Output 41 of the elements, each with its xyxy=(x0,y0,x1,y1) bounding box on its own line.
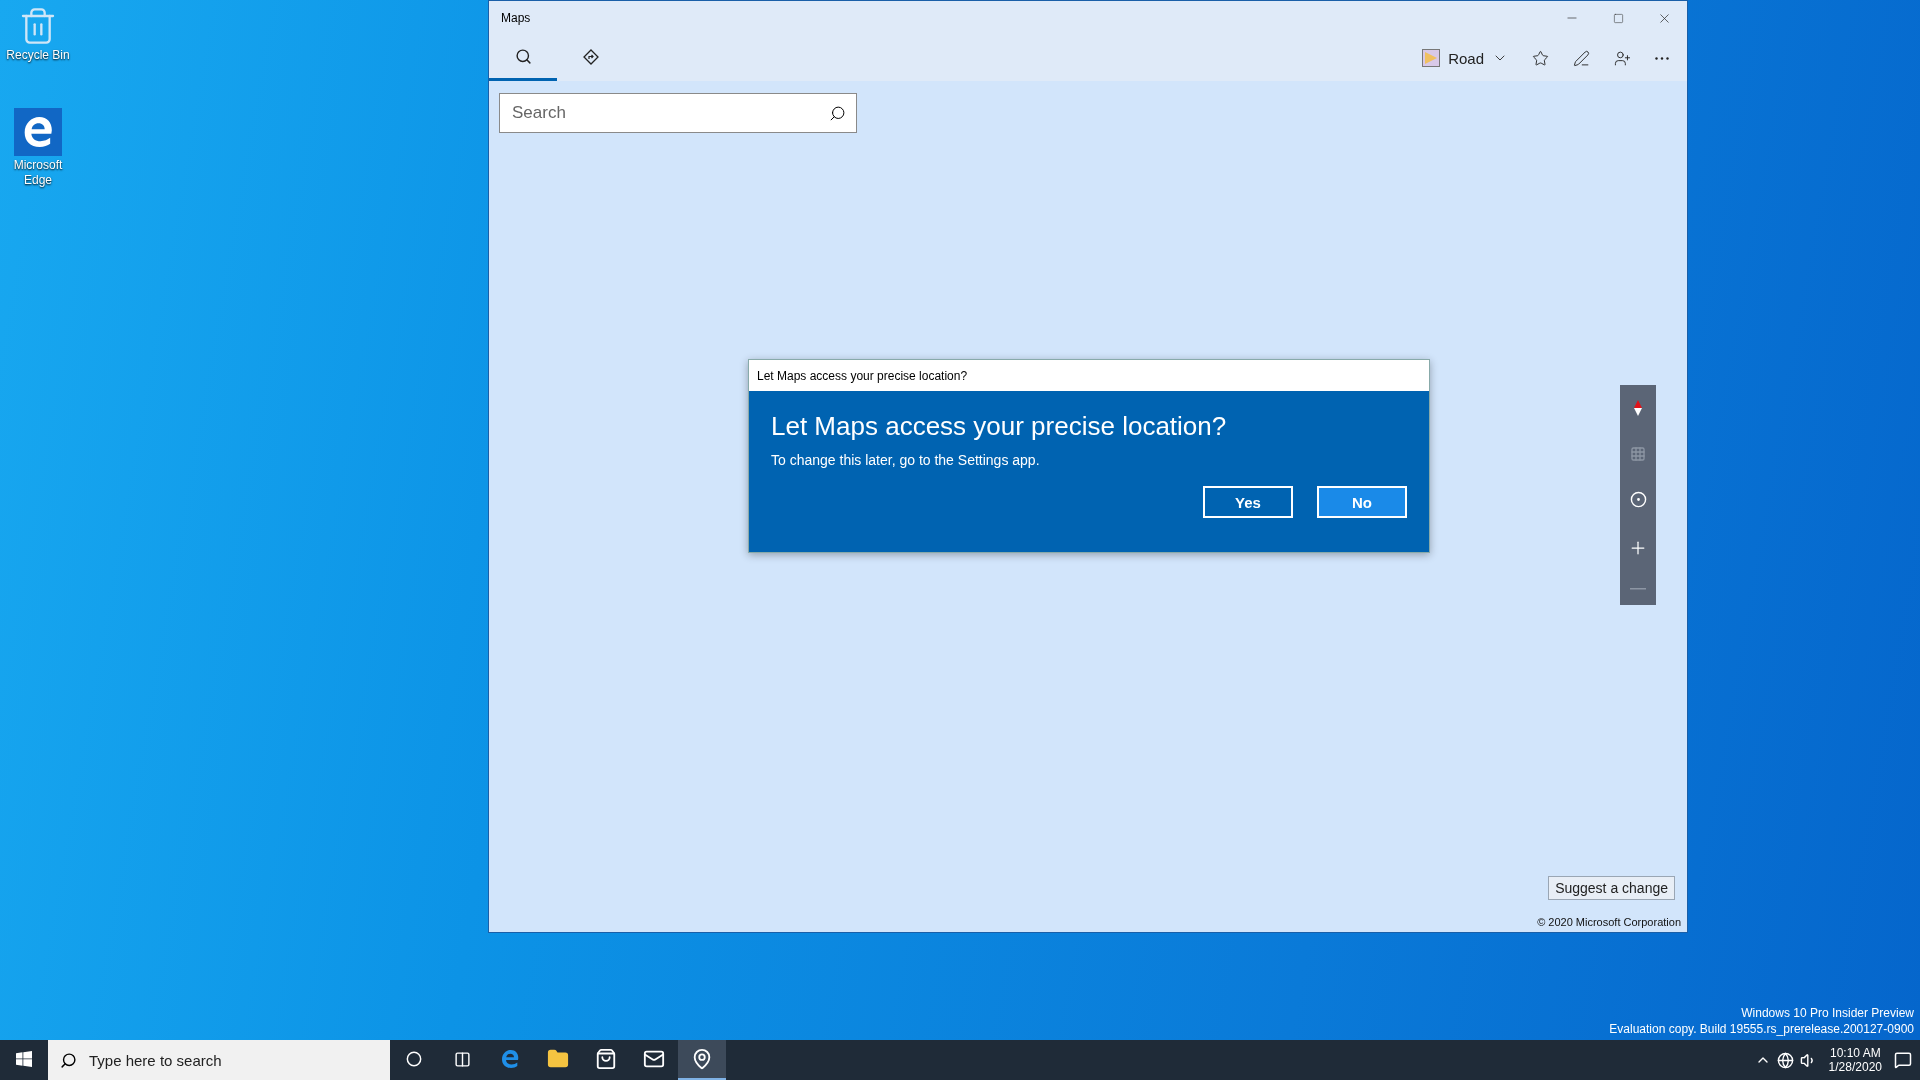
search-icon xyxy=(514,48,532,65)
compass-icon xyxy=(1633,399,1643,416)
build-info-text: Windows 10 Pro Insider Preview xyxy=(1741,1006,1914,1020)
dialog-button[interactable]: No xyxy=(1317,486,1407,518)
task-view-icon xyxy=(453,1050,471,1068)
pen-icon xyxy=(1573,49,1590,67)
search-icon xyxy=(829,104,846,122)
maps-icon xyxy=(691,1048,713,1070)
copyright-text: © 2020 Microsoft Corporation xyxy=(1537,916,1681,928)
grid-icon xyxy=(1630,445,1646,462)
taskbar-search-input[interactable]: Type here to search xyxy=(87,1050,378,1070)
directions-icon xyxy=(583,48,599,65)
dialog-heading: Let Maps access your precise location? xyxy=(771,411,1228,442)
search-input[interactable]: Search xyxy=(510,102,829,124)
network-icon[interactable] xyxy=(1776,1051,1794,1069)
folder-icon xyxy=(547,1048,569,1070)
search-icon xyxy=(60,1051,77,1069)
star-icon xyxy=(1532,49,1549,67)
dialog-button[interactable]: Yes xyxy=(1203,486,1293,518)
clock-date: 1/28/2020 xyxy=(1828,1060,1882,1074)
store-icon xyxy=(595,1048,617,1070)
user-plus-icon xyxy=(1614,49,1631,67)
dialog-title: Let Maps access your precise location? xyxy=(749,360,1429,391)
map-style-button[interactable]: Road xyxy=(1410,35,1520,81)
windows-logo-icon xyxy=(16,1051,32,1067)
window-title: Maps xyxy=(501,11,531,25)
mail-icon xyxy=(643,1048,665,1070)
more-icon xyxy=(1655,56,1669,60)
taskbar-search-field[interactable]: Type here to search xyxy=(48,1040,390,1080)
dialog-message: To change this later, go to the Settings app. xyxy=(771,452,1041,468)
clock-time: 10:10 AM xyxy=(1829,1046,1881,1060)
map-style-icon xyxy=(1422,49,1441,67)
locate-icon xyxy=(1629,491,1647,509)
zoom-out-icon xyxy=(1630,588,1646,591)
suggest-change-button[interactable]: Suggest a change xyxy=(1548,876,1675,900)
notification-icon[interactable] xyxy=(1894,1051,1912,1069)
search-field[interactable]: Search xyxy=(499,93,857,133)
maps-taskbar-button[interactable] xyxy=(678,1040,726,1080)
cortana-icon xyxy=(406,1051,422,1067)
build-info-text: Evaluation copy. Build 19555.rs_prerelease.200127-0900 xyxy=(1609,1022,1914,1036)
maximize-icon xyxy=(1612,12,1624,24)
